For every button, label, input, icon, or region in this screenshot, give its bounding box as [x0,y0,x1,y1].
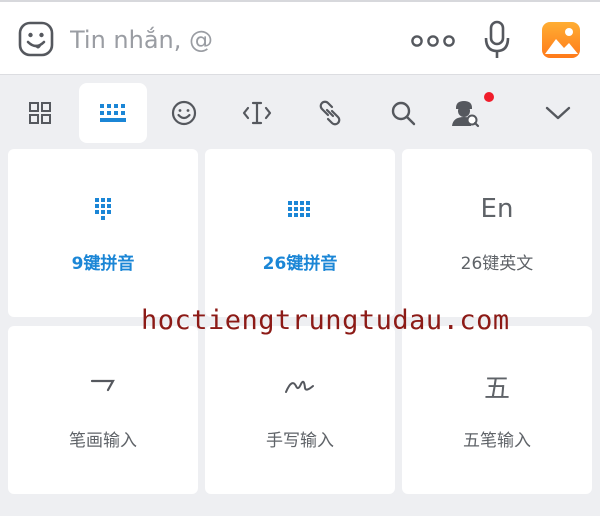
full-keyboard-icon [205,191,395,227]
english-icon: En [402,191,592,227]
input-mode-label: 26键英文 [460,254,534,274]
stroke-icon [8,368,198,404]
input-mode-label: 笔画输入 [69,431,137,451]
input-toolbar [0,75,600,149]
input-mode-handwriting[interactable]: 手写输入 [205,326,395,494]
link-icon[interactable] [296,83,364,143]
gallery-icon[interactable] [541,21,581,59]
layout-icon[interactable] [6,83,74,143]
input-mode-wubi[interactable]: 五 五笔输入 [402,326,592,494]
cursor-icon[interactable] [223,83,291,143]
message-bar [0,2,600,75]
input-mode-label: 手写输入 [266,431,334,451]
watermark-text: hoctiengtrungtudau.com [141,305,510,336]
input-mode-label: 26键拼音 [262,254,338,274]
english-icon-text: En [480,194,514,224]
input-mode-stroke[interactable]: 笔画输入 [8,326,198,494]
input-mode-9key-pinyin[interactable]: 9键拼音 [8,149,198,317]
more-icon[interactable] [410,26,456,56]
input-mode-label: 9键拼音 [71,254,135,274]
microphone-icon[interactable] [481,19,513,61]
emoji-icon[interactable] [150,83,218,143]
wubi-icon: 五 [402,368,592,404]
input-mode-label: 五笔输入 [463,431,531,451]
handwriting-icon [205,368,395,404]
sticker-icon[interactable] [18,21,54,57]
notification-dot [484,92,494,102]
search-icon[interactable] [369,83,437,143]
input-mode-26key-pinyin[interactable]: 26键拼音 [205,149,395,317]
keyboard-icon[interactable] [79,83,147,143]
dialpad-icon [8,191,198,227]
message-input[interactable] [70,22,390,58]
input-mode-26key-english[interactable]: En 26键英文 [402,149,592,317]
wubi-icon-text: 五 [483,373,510,404]
collapse-icon[interactable] [524,83,592,143]
